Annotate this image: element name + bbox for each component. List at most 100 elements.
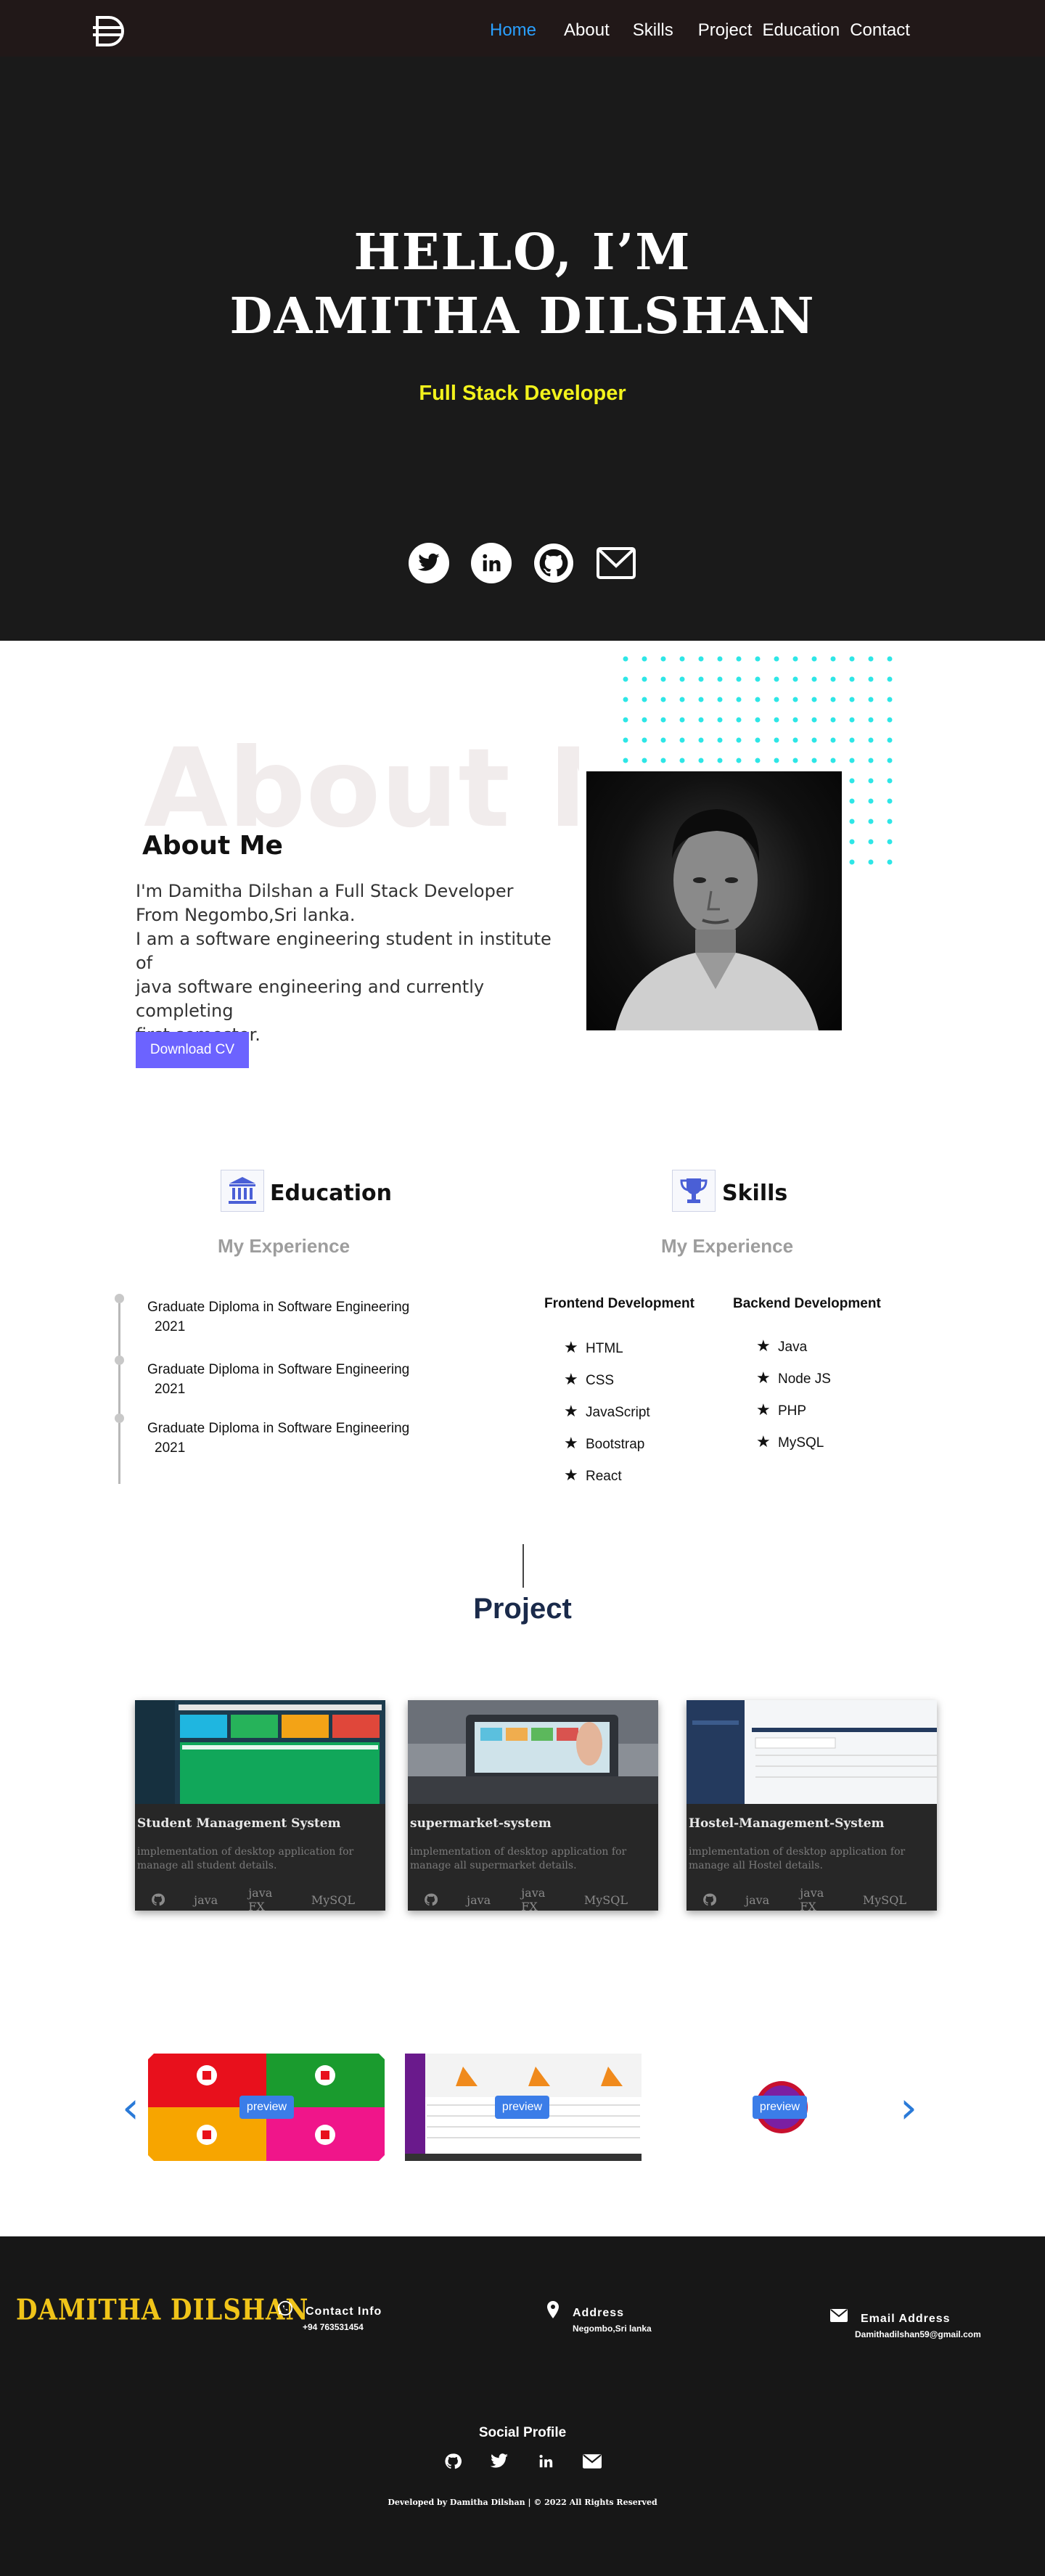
star-icon: ★ bbox=[756, 1432, 771, 1451]
skills-subtitle: My Experience bbox=[661, 1235, 794, 1257]
decorative-dot bbox=[887, 737, 893, 743]
project-card[interactable]: Student Management System implementation… bbox=[135, 1700, 385, 1911]
tag: java bbox=[745, 1892, 770, 1907]
decorative-dot bbox=[868, 819, 874, 824]
navbar: Home About Skills Project Education Cont… bbox=[0, 0, 1045, 57]
decorative-dot bbox=[811, 717, 817, 723]
nav-project[interactable]: Project bbox=[698, 20, 753, 41]
decorative-dot bbox=[717, 697, 723, 702]
linkedin-icon[interactable] bbox=[536, 2452, 555, 2471]
decorative-dot bbox=[792, 758, 798, 763]
decorative-dot bbox=[868, 737, 874, 743]
github-icon[interactable] bbox=[702, 1890, 717, 1909]
hero-section: HELLO, I’M DAMITHA DILSHAN Full Stack De… bbox=[0, 57, 1045, 641]
decorative-dot bbox=[868, 758, 874, 763]
download-cv-button[interactable]: Download CV bbox=[136, 1032, 249, 1068]
education-item: Graduate Diploma in Software Engineering… bbox=[147, 1421, 410, 1456]
decorative-dot bbox=[736, 697, 742, 702]
project-card[interactable]: supermarket-system implementation of des… bbox=[408, 1700, 658, 1911]
project-card-tags: java java FX MySQL bbox=[408, 1886, 658, 1911]
about-line: java software engineering and currently … bbox=[136, 977, 485, 1021]
decorative-dot bbox=[755, 697, 761, 702]
decorative-dot bbox=[849, 676, 855, 682]
preview-tile[interactable]: preview bbox=[148, 2054, 385, 2161]
decorative-dot bbox=[868, 839, 874, 845]
decorative-dot bbox=[774, 717, 779, 723]
nav-education[interactable]: Education bbox=[762, 20, 840, 41]
project-card-desc: implementation of desktop application fo… bbox=[410, 1846, 627, 1871]
skill-item: ★ JavaScript bbox=[564, 1402, 650, 1420]
twitter-icon[interactable] bbox=[409, 543, 449, 583]
decorative-dot bbox=[623, 737, 628, 743]
preview-button[interactable]: preview bbox=[753, 2096, 807, 2119]
skill-item: ★ PHP bbox=[756, 1400, 807, 1419]
star-icon: ★ bbox=[564, 1338, 578, 1356]
tag: java FX bbox=[248, 1886, 273, 1911]
copyright: Developed by Damitha Dilshan | © 2022 Al… bbox=[388, 2498, 657, 2507]
tag: java bbox=[467, 1892, 491, 1907]
decorative-dot bbox=[849, 798, 855, 804]
skill-item: ★ HTML bbox=[564, 1338, 623, 1356]
linkedin-icon[interactable] bbox=[471, 543, 512, 583]
decorative-dot bbox=[679, 656, 685, 662]
mail-icon[interactable] bbox=[596, 543, 636, 583]
skill-item: ★ MySQL bbox=[756, 1432, 824, 1451]
nav-skills[interactable]: Skills bbox=[633, 20, 673, 41]
envelope-icon[interactable] bbox=[583, 2452, 602, 2471]
github-icon[interactable] bbox=[424, 1890, 438, 1909]
tag: java FX bbox=[800, 1886, 824, 1911]
twitter-icon[interactable] bbox=[490, 2452, 509, 2471]
decorative-dot bbox=[868, 676, 874, 682]
nav-home[interactable]: Home bbox=[490, 20, 536, 41]
decorative-dot bbox=[623, 676, 628, 682]
nav-contact[interactable]: Contact bbox=[850, 20, 910, 41]
preview-tile[interactable]: preview bbox=[727, 2054, 836, 2161]
github-icon[interactable] bbox=[443, 2452, 462, 2471]
star-icon: ★ bbox=[564, 1434, 578, 1452]
project-divider bbox=[522, 1544, 524, 1588]
github-icon[interactable] bbox=[533, 543, 574, 583]
location-pin-icon bbox=[547, 2301, 559, 2318]
carousel-next-arrow[interactable]: › bbox=[900, 2086, 917, 2130]
decorative-dot bbox=[868, 798, 874, 804]
timeline-dot bbox=[115, 1294, 124, 1303]
email-value[interactable]: Damithadilshan59@gmail.com bbox=[855, 2329, 981, 2339]
star-icon: ★ bbox=[564, 1370, 578, 1388]
skill-item: ★ React bbox=[564, 1466, 622, 1484]
education-icon-box bbox=[221, 1170, 264, 1212]
education-timeline bbox=[118, 1295, 120, 1484]
decorative-dot bbox=[660, 737, 666, 743]
project-card-title: Student Management System bbox=[137, 1816, 341, 1831]
nav-about[interactable]: About bbox=[564, 20, 610, 41]
project-card-tags: java java FX MySQL bbox=[135, 1886, 385, 1911]
project-screenshot bbox=[687, 1700, 937, 1804]
skill-item: ★ Java bbox=[756, 1337, 808, 1355]
decorative-dot bbox=[792, 717, 798, 723]
about-line: I am a software engineering student in i… bbox=[136, 929, 552, 973]
decorative-dot bbox=[868, 859, 874, 865]
github-icon[interactable] bbox=[151, 1890, 165, 1909]
decorative-dot bbox=[736, 676, 742, 682]
hero-role: Full Stack Developer bbox=[419, 382, 626, 405]
preview-tile[interactable]: preview bbox=[405, 2054, 642, 2161]
tag: java bbox=[194, 1892, 218, 1907]
decorative-dot bbox=[811, 676, 817, 682]
decorative-dot bbox=[849, 819, 855, 824]
preview-button[interactable]: preview bbox=[495, 2096, 549, 2119]
email-label: Email Address bbox=[861, 2313, 951, 2325]
project-card[interactable]: Hostel-Management-System implementation … bbox=[687, 1700, 937, 1911]
decorative-dot bbox=[755, 737, 761, 743]
decorative-dot bbox=[679, 758, 685, 763]
about-line: I'm Damitha Dilshan a Full Stack Develop… bbox=[136, 881, 514, 901]
star-icon: ★ bbox=[756, 1400, 771, 1419]
carousel-prev-arrow[interactable]: ‹ bbox=[122, 2086, 139, 2130]
preview-button[interactable]: preview bbox=[239, 2096, 294, 2119]
logo-icon[interactable] bbox=[91, 15, 128, 48]
decorative-dot bbox=[868, 697, 874, 702]
decorative-dot bbox=[887, 819, 893, 824]
decorative-dot bbox=[830, 737, 836, 743]
decorative-dot bbox=[755, 656, 761, 662]
project-card-desc: implementation of desktop application fo… bbox=[137, 1846, 354, 1871]
decorative-dot bbox=[717, 737, 723, 743]
decorative-dot bbox=[849, 839, 855, 845]
